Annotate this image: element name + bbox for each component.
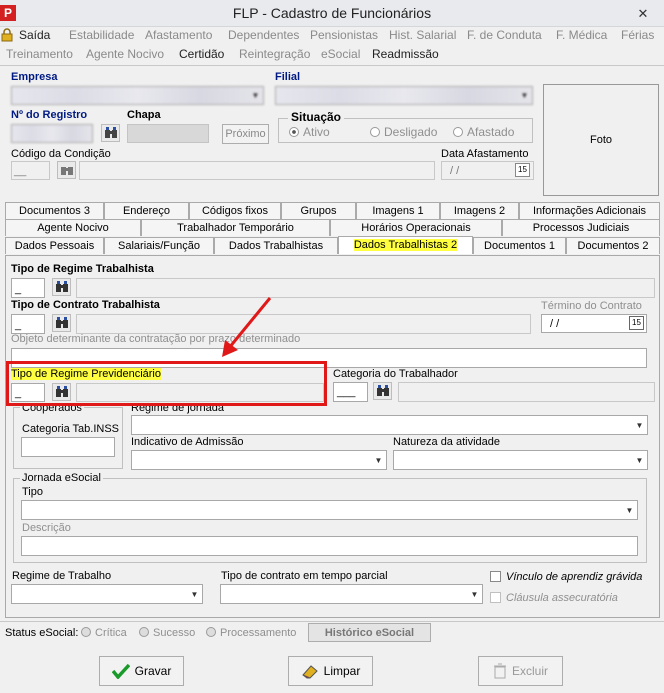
- tab-dados-trabalhistas-2-label: Dados Trabalhistas 2: [353, 239, 458, 251]
- annotation-arrow-icon: [222, 297, 272, 357]
- tab-dados-trabalhistas-2[interactable]: Dados Trabalhistas 2: [338, 236, 473, 254]
